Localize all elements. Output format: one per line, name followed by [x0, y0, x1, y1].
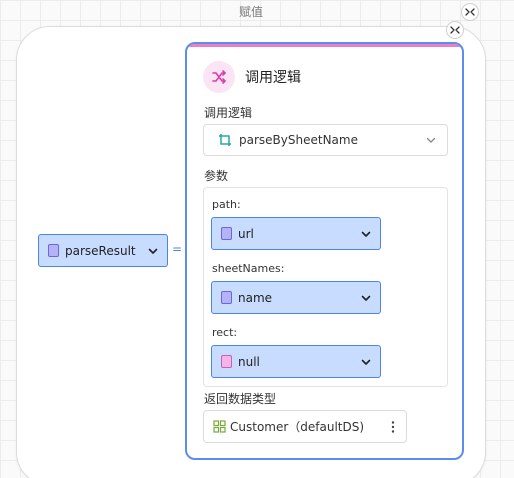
param-name-sheetnames: sheetNames: [212, 262, 285, 275]
assignment-title: 赋值 [238, 5, 263, 19]
chevron-down-icon [361, 359, 371, 365]
param-name-rect: rect: [212, 326, 238, 339]
method-value: parseBySheetName [239, 133, 358, 147]
param-value-sheetnames: name [238, 290, 273, 305]
more-vert-icon[interactable] [388, 420, 398, 434]
params-list: path: url sheetNames: name rect: null [203, 187, 448, 387]
call-logic-header: 调用逻辑 [203, 61, 301, 93]
variable-icon [221, 291, 232, 304]
param-value-rect: null [238, 354, 260, 369]
param-select-path[interactable]: url [211, 217, 381, 250]
return-type-select[interactable]: Customer（defaultDS) [203, 410, 407, 443]
param-name-path: path: [212, 198, 241, 211]
variable-icon [48, 244, 59, 257]
method-section-label: 调用逻辑 [204, 106, 253, 120]
return-type-label: 返回数据类型 [204, 392, 277, 406]
collapse-outer-button[interactable] [461, 3, 479, 21]
chevron-down-icon [148, 248, 158, 254]
chevron-down-icon [361, 295, 371, 301]
collapse-icon [465, 8, 475, 16]
param-value-path: url [238, 226, 254, 241]
param-select-sheetnames[interactable]: name [211, 281, 381, 314]
call-logic-title: 调用逻辑 [245, 70, 301, 86]
null-variable-icon [221, 355, 232, 368]
chevron-down-icon [361, 231, 371, 237]
left-variable-label: parseResult [65, 243, 136, 258]
call-logic-card[interactable]: 调用逻辑 调用逻辑 parseBySheetName 参数 path: url … [185, 42, 464, 460]
left-variable-select[interactable]: parseResult [38, 234, 168, 267]
variable-icon [221, 227, 232, 240]
shuffle-icon [203, 61, 235, 93]
method-select[interactable]: parseBySheetName [203, 124, 448, 156]
collapse-icon [450, 26, 460, 34]
collapse-call-button[interactable] [446, 21, 464, 39]
assign-operator: = [172, 242, 183, 256]
return-type-value: Customer（defaultDS) [230, 420, 365, 434]
param-select-rect[interactable]: null [211, 345, 381, 378]
params-section-label: 参数 [204, 169, 229, 183]
chevron-down-icon [426, 137, 436, 143]
entity-grid-icon [213, 420, 226, 433]
method-icon [219, 134, 231, 146]
